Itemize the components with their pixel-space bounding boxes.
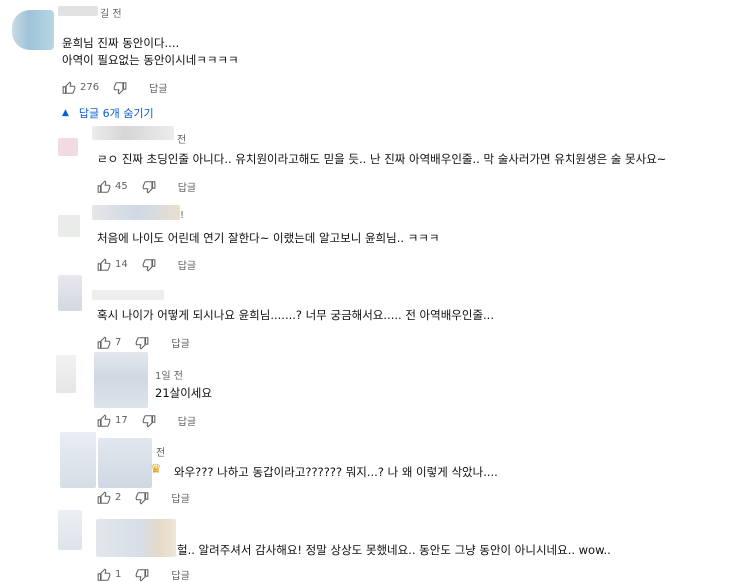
author-name-blurred[interactable]: [92, 126, 174, 140]
comment-actions: 7 답글: [97, 335, 190, 350]
like-count: 17: [115, 415, 128, 426]
thumbs-down-icon[interactable]: [135, 568, 149, 582]
comment-timestamp[interactable]: !: [180, 210, 184, 221]
like-count: 45: [115, 181, 128, 192]
thumbs-up-icon[interactable]: [97, 179, 111, 194]
author-name-blurred[interactable]: [58, 6, 98, 16]
comment-timestamp[interactable]: 전: [156, 444, 165, 459]
hide-replies-button[interactable]: ▲ 답글 6개 숨기기: [62, 105, 154, 121]
thumbs-down-icon[interactable]: [142, 180, 156, 194]
thumbs-down-icon[interactable]: [142, 258, 156, 272]
like-count: 276: [80, 82, 100, 93]
reply-button[interactable]: 답글: [171, 490, 189, 505]
like-count: 2: [115, 492, 122, 503]
author-name-blurred[interactable]: [98, 438, 152, 488]
avatar[interactable]: [12, 10, 54, 50]
comment-timestamp[interactable]: 길 전: [100, 5, 122, 20]
chevron-up-icon: ▲: [62, 108, 69, 118]
like-count: 14: [115, 259, 128, 270]
comment-text-line-1: 윤희님 진짜 동안이다....: [62, 36, 180, 50]
author-name-blurred[interactable]: [94, 352, 148, 408]
thumbs-up-icon[interactable]: [97, 335, 111, 350]
author-name-blurred[interactable]: [96, 519, 176, 557]
thumbs-up-icon[interactable]: [97, 257, 111, 272]
thumbs-down-icon[interactable]: [135, 336, 149, 350]
comment-text-line-2: 아역이 필요없는 동안이시네ㅋㅋㅋㅋ: [62, 53, 239, 67]
comment-text: 처음에 나이도 어린데 연기 잘한다~ 이랬는데 알고보니 윤희님.. ㅋㅋㅋ: [97, 231, 440, 245]
reply-button[interactable]: 답글: [149, 80, 167, 95]
comment-text: 21살이세요: [155, 386, 212, 400]
thumbs-up-icon[interactable]: [97, 490, 111, 505]
thumbs-up-icon[interactable]: [62, 80, 76, 95]
comment-actions: 2 답글: [97, 490, 190, 505]
reply-button[interactable]: 답글: [178, 413, 196, 428]
thumbs-down-icon[interactable]: [142, 414, 156, 428]
comment-actions: 14 답글: [97, 257, 196, 272]
comment-text: 헐.. 알려주셔서 감사해요! 정말 상상도 못했네요.. 동안도 그냥 동안이…: [177, 543, 611, 557]
hide-replies-label: 답글 6개 숨기기: [78, 107, 154, 120]
comment-actions: 17 답글: [97, 413, 196, 428]
avatar[interactable]: [58, 138, 78, 156]
comment-actions: 1 답글: [97, 567, 190, 582]
thumbs-up-icon[interactable]: [97, 413, 111, 428]
comment-text: 와우??? 나하고 동갑이라고?????? 뭐지...? 나 왜 이렇게 삭았나…: [174, 465, 498, 479]
thumbs-down-icon[interactable]: [135, 491, 149, 505]
avatar[interactable]: [56, 355, 76, 393]
reply-button[interactable]: 답글: [178, 179, 196, 194]
reply-button[interactable]: 답글: [171, 335, 189, 350]
comment-timestamp[interactable]: 전: [177, 131, 186, 146]
author-name-blurred[interactable]: [92, 205, 180, 220]
comment-text: 혹시 나이가 어떻게 되시나요 윤희님.......? 너무 궁금해서요....…: [97, 308, 494, 322]
reply-button[interactable]: 답글: [178, 257, 196, 272]
like-count: 1: [115, 569, 122, 580]
avatar[interactable]: [58, 275, 82, 311]
comment-timestamp[interactable]: 1일 전: [155, 367, 183, 382]
avatar[interactable]: [58, 510, 82, 550]
comment-actions: 276 답글: [62, 80, 168, 95]
like-count: 7: [115, 337, 122, 348]
comment-actions: 45 답글: [97, 179, 196, 194]
comment-text: ㄹㅇ 진짜 초딩인줄 아니다.. 유치원이라고해도 믿을 듯.. 난 진짜 아역…: [97, 152, 667, 166]
reply-button[interactable]: 답글: [171, 567, 189, 582]
avatar[interactable]: [58, 215, 80, 237]
author-name-blurred[interactable]: [92, 290, 164, 300]
avatar[interactable]: [60, 432, 96, 488]
thumbs-up-icon[interactable]: [97, 567, 111, 582]
thumbs-down-icon[interactable]: [113, 81, 127, 95]
emoji-icon: ♛: [150, 462, 162, 477]
